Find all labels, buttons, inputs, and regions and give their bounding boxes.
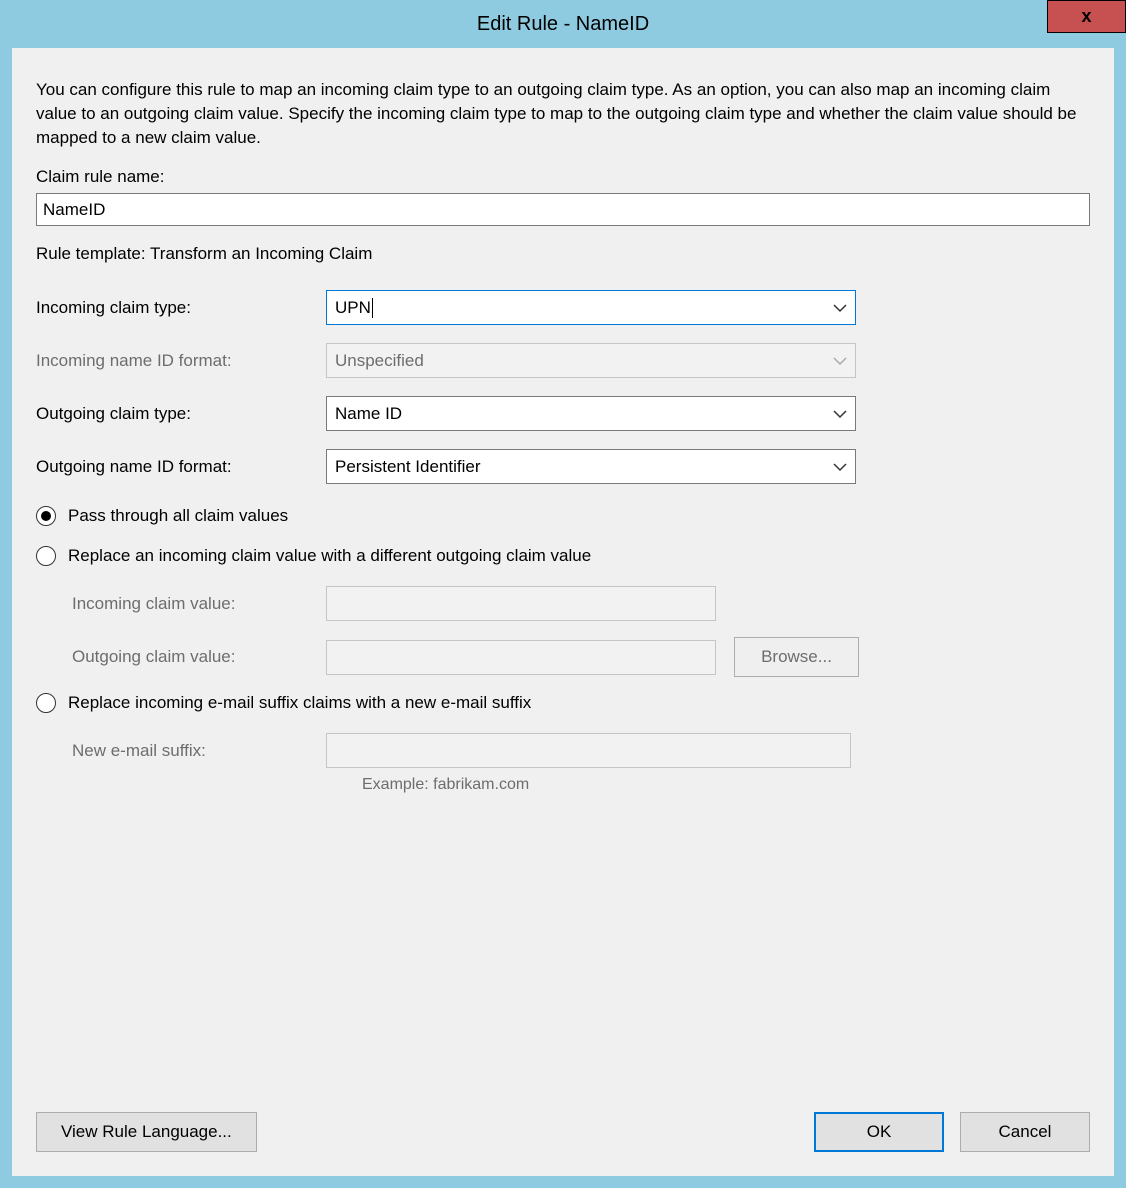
incoming-name-id-format-label: Incoming name ID format:	[36, 351, 326, 371]
outgoing-claim-value-label: Outgoing claim value:	[72, 647, 326, 667]
view-rule-language-button[interactable]: View Rule Language...	[36, 1112, 257, 1152]
radio-pass-through-label: Pass through all claim values	[68, 506, 288, 526]
new-email-suffix-label: New e-mail suffix:	[72, 741, 326, 761]
outgoing-claim-type-value: Name ID	[335, 404, 402, 424]
incoming-claim-type-combo[interactable]: UPN	[326, 290, 856, 325]
example-text: Example: fabrikam.com	[326, 776, 1090, 794]
claim-rule-name-input[interactable]	[36, 193, 1090, 226]
browse-button: Browse...	[734, 637, 859, 677]
chevron-down-icon	[833, 303, 847, 313]
chevron-down-icon	[833, 409, 847, 419]
window-title: Edit Rule - NameID	[477, 13, 649, 36]
incoming-claim-value-input	[326, 586, 716, 621]
claim-rule-name-label: Claim rule name:	[36, 167, 1090, 187]
rule-template-value: Transform an Incoming Claim	[150, 244, 372, 263]
transform-radio-group: Pass through all claim values Replace an…	[36, 506, 1090, 794]
radio-pass-through[interactable]	[36, 506, 56, 526]
outgoing-name-id-format-value: Persistent Identifier	[335, 457, 481, 477]
incoming-claim-value-label: Incoming claim value:	[72, 594, 326, 614]
titlebar: Edit Rule - NameID x	[0, 0, 1126, 48]
radio-replace-value-label: Replace an incoming claim value with a d…	[68, 546, 591, 566]
close-icon: x	[1081, 6, 1091, 27]
new-email-suffix-input	[326, 733, 851, 768]
description-text: You can configure this rule to map an in…	[36, 78, 1090, 149]
outgoing-name-id-format-label: Outgoing name ID format:	[36, 457, 326, 477]
radio-replace-suffix-label: Replace incoming e-mail suffix claims wi…	[68, 693, 531, 713]
incoming-name-id-format-combo: Unspecified	[326, 343, 856, 378]
rule-template-prefix: Rule template:	[36, 244, 150, 263]
radio-replace-suffix[interactable]	[36, 693, 56, 713]
text-cursor	[372, 298, 373, 318]
ok-button[interactable]: OK	[814, 1112, 944, 1152]
radio-replace-value[interactable]	[36, 546, 56, 566]
chevron-down-icon	[833, 356, 847, 366]
incoming-name-id-format-value: Unspecified	[335, 351, 424, 371]
incoming-claim-type-value: UPN	[335, 298, 371, 318]
button-bar: View Rule Language... OK Cancel	[36, 1112, 1090, 1152]
close-button[interactable]: x	[1047, 0, 1126, 33]
cancel-button[interactable]: Cancel	[960, 1112, 1090, 1152]
edit-rule-window: Edit Rule - NameID x You can configure t…	[0, 0, 1126, 1188]
chevron-down-icon	[833, 462, 847, 472]
outgoing-claim-value-input	[326, 640, 716, 675]
outgoing-claim-type-combo[interactable]: Name ID	[326, 396, 856, 431]
outgoing-name-id-format-combo[interactable]: Persistent Identifier	[326, 449, 856, 484]
rule-template-text: Rule template: Transform an Incoming Cla…	[36, 244, 1090, 264]
incoming-claim-type-label: Incoming claim type:	[36, 298, 326, 318]
outgoing-claim-type-label: Outgoing claim type:	[36, 404, 326, 424]
client-area: You can configure this rule to map an in…	[12, 48, 1114, 1176]
